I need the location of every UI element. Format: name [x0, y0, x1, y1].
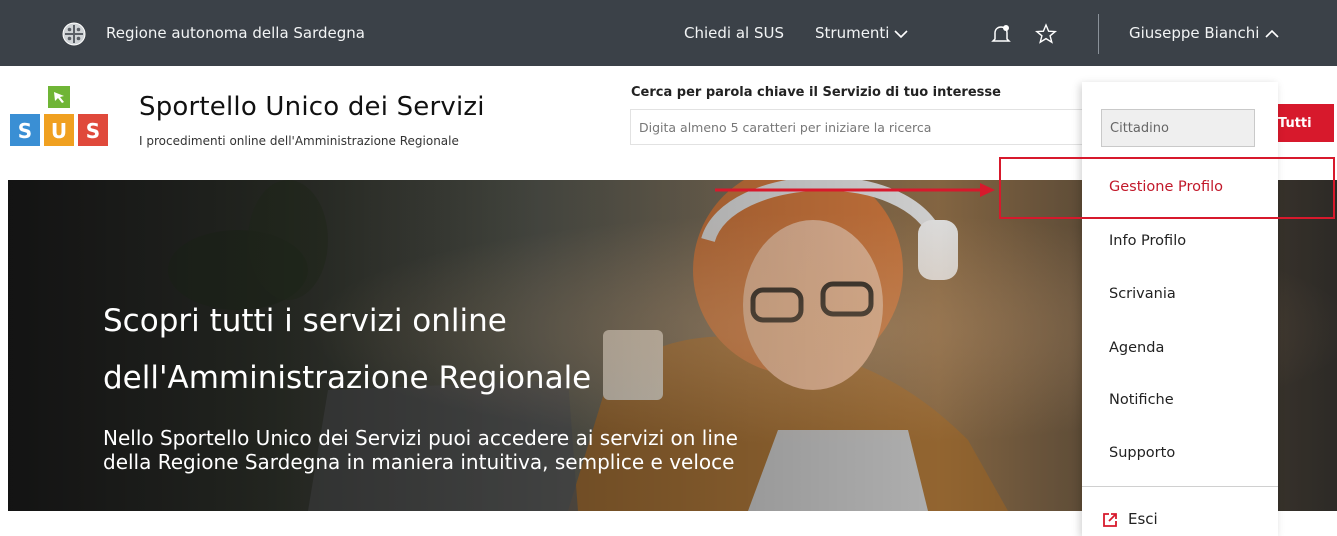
bell-icon[interactable] — [990, 23, 1012, 45]
user-name: Giuseppe Bianchi — [1129, 24, 1260, 42]
search-label: Cerca per parola chiave il Servizio di t… — [631, 85, 1001, 100]
chiedi-al-sus-link[interactable]: Chiedi al SUS — [684, 22, 784, 44]
hero-subtitle-line2: della Regione Sardegna in maniera intuit… — [103, 450, 735, 474]
hero-title-line1: Scopri tutti i servizi online — [103, 303, 507, 339]
menu-item-notifiche[interactable]: Notifiche — [1109, 390, 1174, 410]
menu-item-agenda[interactable]: Agenda — [1109, 338, 1164, 358]
logo-letter-s1: S — [18, 119, 32, 143]
logo-letter-s2: S — [86, 119, 100, 143]
menu-item-supporto[interactable]: Supporto — [1109, 443, 1175, 463]
topbar-divider — [1098, 14, 1099, 54]
logout-link[interactable]: Esci — [1128, 510, 1158, 528]
menu-item-gestione-profilo[interactable]: Gestione Profilo — [1109, 177, 1223, 197]
search-box — [630, 109, 1092, 145]
menu-item-scrivania[interactable]: Scrivania — [1109, 284, 1176, 304]
chevron-down-icon — [894, 30, 908, 39]
hero-title-line2: dell'Amministrazione Regionale — [103, 360, 592, 396]
annotation-arrow — [715, 183, 995, 197]
hero-subtitle-line1: Nello Sportello Unico dei Servizi puoi a… — [103, 426, 738, 450]
logo-letter-u: U — [51, 119, 67, 143]
sardinia-emblem-icon[interactable] — [62, 22, 86, 46]
site-subtitle: I procedimenti online dell'Amministrazio… — [139, 134, 459, 148]
user-dropdown-menu: Cittadino Gestione Profilo Info Profilo … — [1082, 82, 1278, 536]
sus-logo[interactable]: S U S — [8, 84, 116, 148]
star-icon[interactable] — [1035, 23, 1057, 45]
external-link-icon — [1103, 513, 1117, 527]
site-title[interactable]: Sportello Unico dei Servizi — [139, 92, 485, 122]
menu-divider — [1082, 486, 1278, 487]
user-menu-toggle[interactable]: Giuseppe Bianchi — [1129, 22, 1259, 44]
strumenti-label: Strumenti — [815, 24, 890, 42]
search-input[interactable] — [631, 110, 1081, 144]
region-name-link[interactable]: Regione autonoma della Sardegna — [106, 22, 365, 44]
top-bar: Regione autonoma della Sardegna Chiedi a… — [0, 0, 1337, 66]
strumenti-menu[interactable]: Strumenti — [815, 22, 889, 44]
chevron-up-icon[interactable] — [1264, 26, 1280, 42]
menu-item-info-profilo[interactable]: Info Profilo — [1109, 231, 1186, 251]
role-select[interactable]: Cittadino — [1101, 109, 1255, 147]
